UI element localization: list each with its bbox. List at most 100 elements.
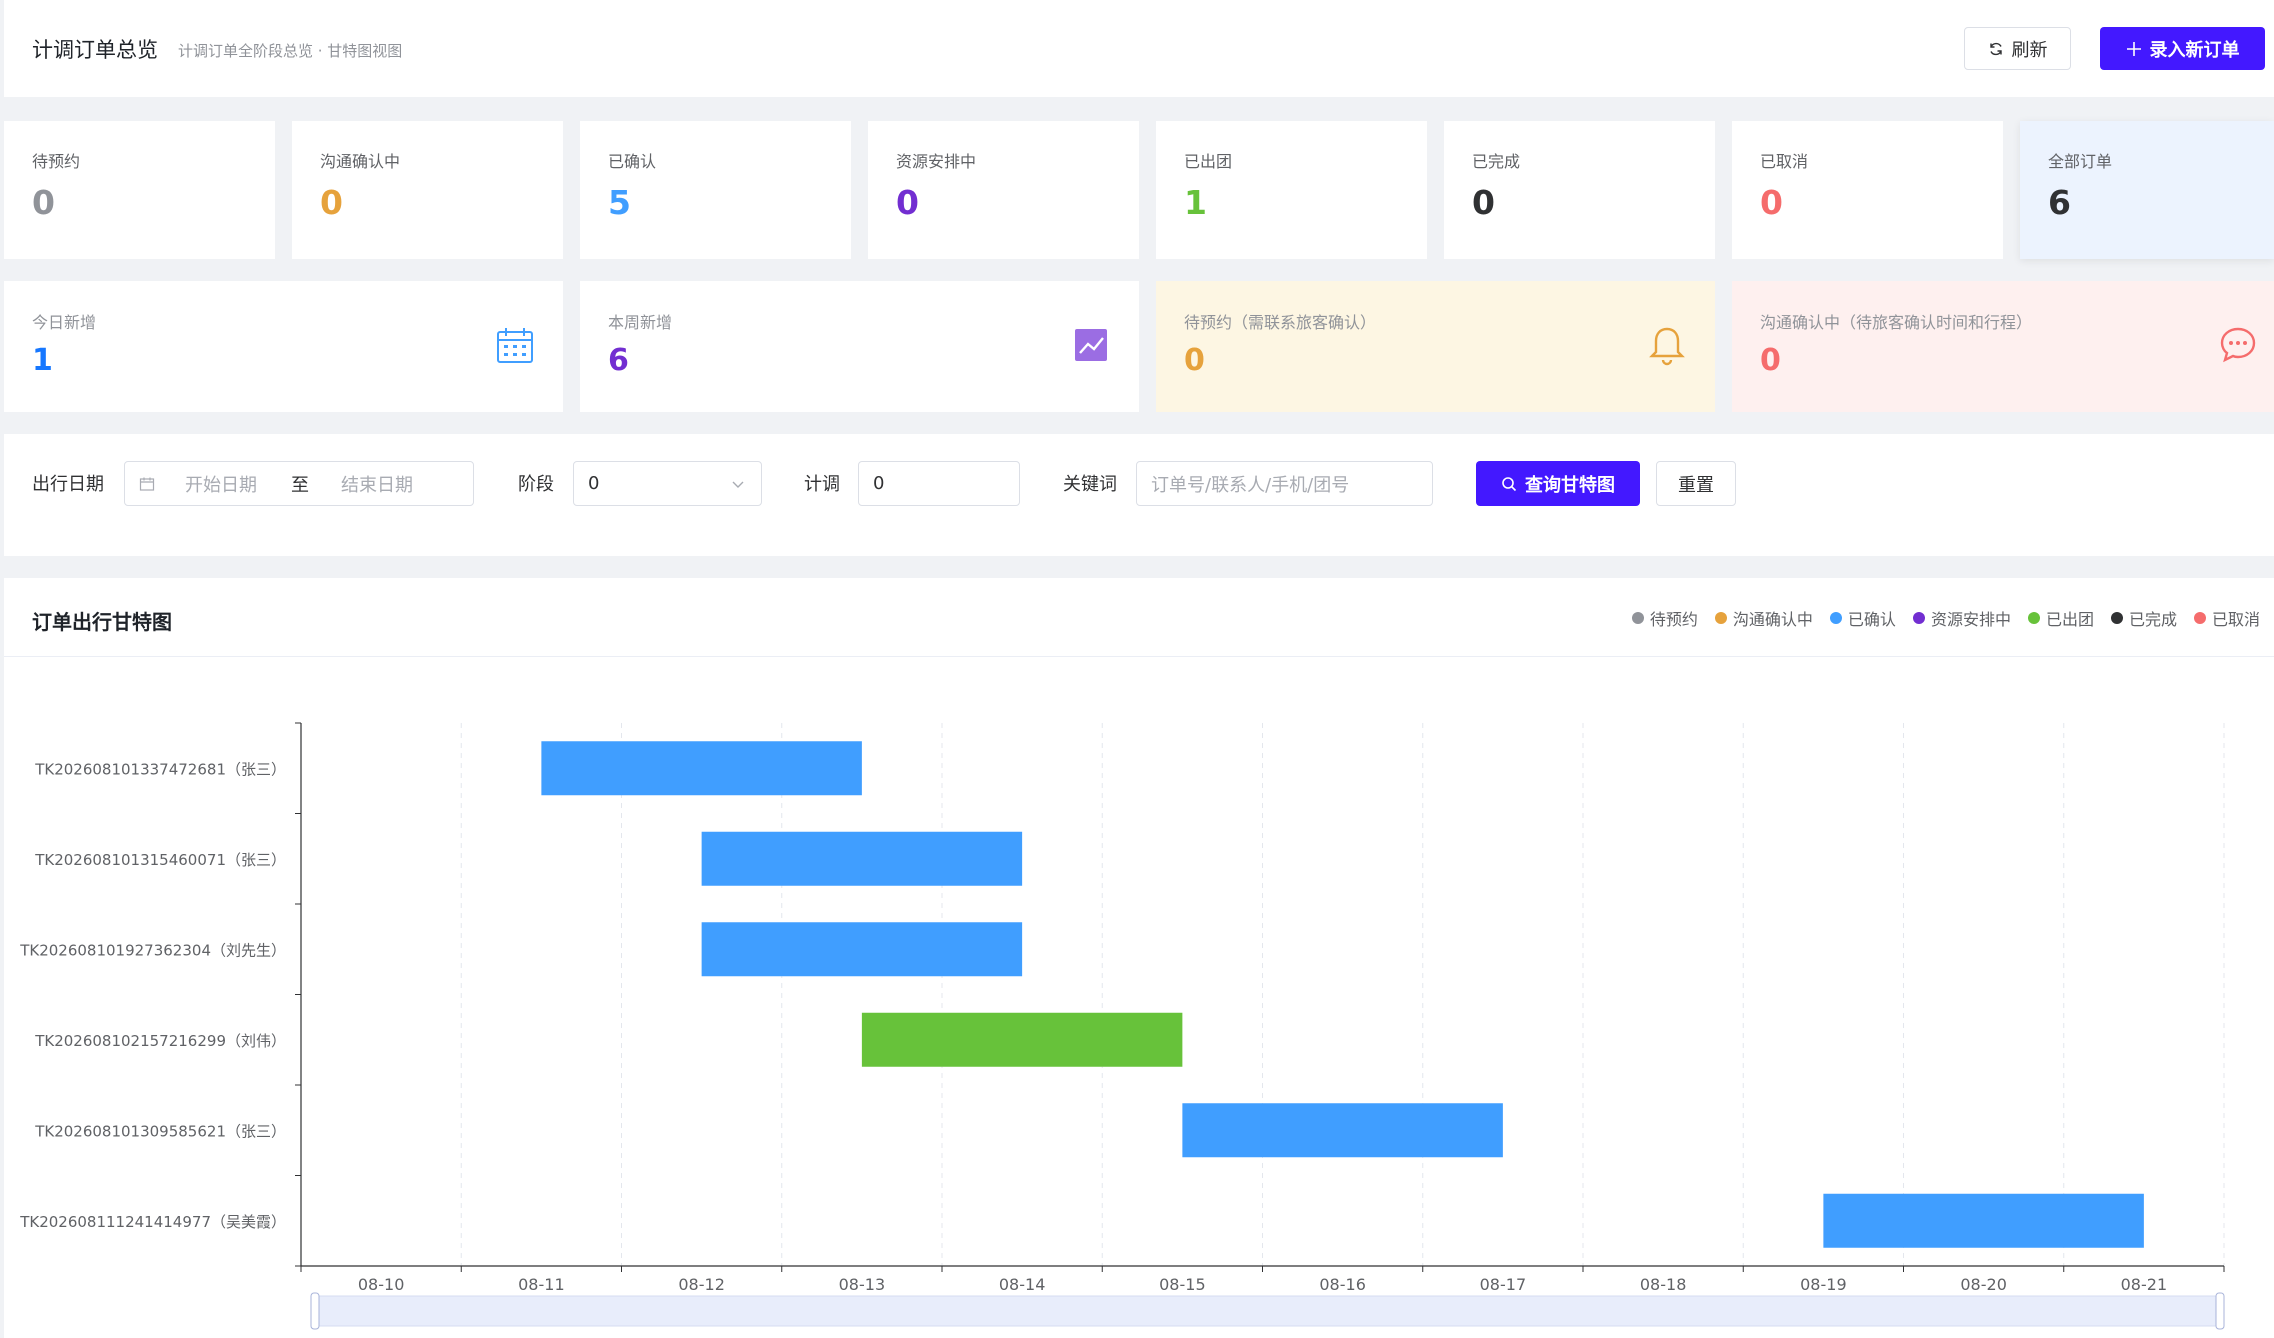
date-range-picker[interactable]: 开始日期 至 结束日期	[124, 461, 474, 506]
summary-card-today[interactable]: 今日新增 1	[4, 281, 563, 412]
summary-label: 本周新增	[608, 313, 673, 332]
row-label: TK202608102157216299（刘伟）	[34, 1032, 286, 1050]
stat-value: 0	[320, 183, 343, 222]
summary-label: 沟通确认中（待旅客确认时间和行程）	[1760, 313, 2033, 332]
x-tick-label: 08-19	[1800, 1275, 1847, 1294]
x-tick-label: 08-16	[1319, 1275, 1366, 1294]
trend-chart-icon	[1075, 329, 1107, 361]
chat-icon	[2220, 327, 2256, 363]
stat-label: 待预约	[32, 152, 81, 171]
summary-label: 今日新增	[32, 313, 97, 332]
row-label: TK202608101315460071（张三）	[34, 851, 286, 869]
gantt-chart: 08-10 08-11 08-12 08-13 08-14 08-15 08-16 08-17…	[19, 722, 2225, 1330]
stat-label: 已确认	[608, 152, 657, 171]
summary-value: 0	[1760, 343, 1781, 378]
zoom-handle-left[interactable]	[310, 1292, 320, 1330]
gantt-bar[interactable]	[1823, 1193, 2144, 1248]
stat-card-departed[interactable]: 已出团 1	[1156, 121, 1427, 259]
stat-value: 0	[896, 183, 919, 222]
page-subtitle: 计调订单全阶段总览 · 甘特图视图	[178, 42, 403, 60]
x-tick-label: 08-14	[999, 1275, 1046, 1294]
summary-label: 待预约（需联系旅客确认）	[1184, 313, 1377, 332]
stat-label: 已完成	[1472, 152, 1521, 171]
stat-label: 资源安排中	[896, 152, 977, 171]
planner-input[interactable]: 0	[858, 461, 1020, 506]
summary-value: 1	[32, 343, 53, 378]
x-tick-label: 08-12	[678, 1275, 725, 1294]
stat-value: 0	[1472, 183, 1495, 222]
reset-label: 重置	[1678, 474, 1714, 496]
stat-card-arranging[interactable]: 资源安排中 0	[868, 121, 1139, 259]
summary-card-pending[interactable]: 待预约（需联系旅客确认） 0	[1156, 281, 1715, 412]
query-label: 查询甘特图	[1525, 474, 1615, 496]
new-order-label: 录入新订单	[2149, 39, 2240, 61]
refresh-icon	[1989, 42, 2002, 55]
stat-card-communicating[interactable]: 沟通确认中 0	[292, 121, 563, 259]
start-date-input[interactable]: 开始日期	[185, 471, 257, 497]
stat-value: 6	[2048, 183, 2071, 222]
chevron-down-icon	[732, 481, 744, 488]
row-label: TK202608101337472681（张三）	[34, 760, 286, 778]
new-order-button[interactable]: 录入新订单	[2100, 27, 2265, 70]
date-label: 出行日期	[32, 474, 104, 495]
stat-value: 0	[32, 183, 55, 222]
refresh-button[interactable]: 刷新	[1964, 27, 2071, 70]
summary-value: 0	[1184, 343, 1205, 378]
calendar-small-icon	[139, 477, 155, 491]
x-tick-label: 08-11	[518, 1275, 565, 1294]
stat-card-cancelled[interactable]: 已取消 0	[1732, 121, 2003, 259]
bell-icon	[1649, 327, 1685, 366]
keyword-placeholder: 订单号/联系人/手机/团号	[1151, 474, 1350, 496]
row-label: TK202608101309585621（张三）	[34, 1122, 286, 1140]
filter-bar: 出行日期 开始日期 至 结束日期 阶段 0 计调 0 关键词 订单号/联系人/手…	[4, 434, 2274, 556]
gantt-bar[interactable]	[541, 741, 862, 796]
end-date-input[interactable]: 结束日期	[341, 471, 413, 497]
stat-label: 沟通确认中	[320, 152, 401, 171]
stat-card-all[interactable]: 全部订单 6	[2020, 121, 2274, 259]
stat-card-completed[interactable]: 已完成 0	[1444, 121, 1715, 259]
stat-card-pending[interactable]: 待预约 0	[4, 121, 275, 259]
stat-label: 已取消	[1760, 152, 1809, 171]
stat-label: 已出团	[1184, 152, 1233, 171]
stage-label: 阶段	[518, 474, 554, 495]
refresh-label: 刷新	[2011, 39, 2048, 61]
x-tick-label: 08-17	[1480, 1275, 1527, 1294]
plus-icon	[2126, 41, 2141, 56]
gantt-bar[interactable]	[861, 1012, 1183, 1067]
x-tick-label: 08-15	[1159, 1275, 1206, 1294]
x-tick-label: 08-10	[358, 1275, 405, 1294]
x-tick-label: 08-13	[839, 1275, 886, 1294]
page-header: 计调订单总览 计调订单全阶段总览 · 甘特图视图 刷新 录入新订单	[4, 0, 2274, 97]
summary-value: 6	[608, 343, 629, 378]
stage-select[interactable]: 0	[573, 461, 762, 506]
row-label: TK202608101927362304（刘先生）	[19, 941, 286, 959]
gantt-panel: 订单出行甘特图 待预约 沟通确认中 已确认 资源安排中 已出团 已完成 已取消 …	[4, 578, 2274, 1338]
gantt-bar[interactable]	[701, 922, 1023, 977]
stat-card-confirmed[interactable]: 已确认 5	[580, 121, 851, 259]
stat-value: 5	[608, 183, 631, 222]
planner-label: 计调	[804, 474, 840, 495]
page-title: 计调订单总览	[32, 38, 158, 62]
reset-button[interactable]: 重置	[1656, 461, 1736, 506]
range-separator: 至	[291, 474, 309, 496]
keyword-label: 关键词	[1063, 474, 1117, 495]
calendar-icon	[497, 328, 533, 363]
zoom-handle-right[interactable]	[2215, 1292, 2225, 1330]
query-gantt-button[interactable]: 查询甘特图	[1476, 461, 1640, 506]
stat-label: 全部订单	[2048, 152, 2113, 171]
zoom-slider[interactable]	[310, 1295, 2225, 1327]
gantt-bar[interactable]	[701, 831, 1023, 886]
summary-card-week[interactable]: 本周新增 6	[580, 281, 1139, 412]
stat-value: 0	[1760, 183, 1783, 222]
stage-select-value: 0	[588, 473, 600, 494]
x-tick-label: 08-20	[1960, 1275, 2007, 1294]
keyword-input[interactable]: 订单号/联系人/手机/团号	[1136, 461, 1433, 506]
stat-value: 1	[1184, 183, 1207, 222]
planner-input-value: 0	[873, 473, 885, 494]
search-icon	[1502, 476, 1517, 491]
summary-card-communicating[interactable]: 沟通确认中（待旅客确认时间和行程） 0	[1732, 281, 2274, 412]
x-tick-label: 08-18	[1640, 1275, 1687, 1294]
row-label: TK202608111241414977（吴美霞）	[19, 1213, 286, 1231]
gantt-bar[interactable]	[1182, 1103, 1503, 1158]
x-tick-label: 08-21	[2121, 1275, 2168, 1294]
